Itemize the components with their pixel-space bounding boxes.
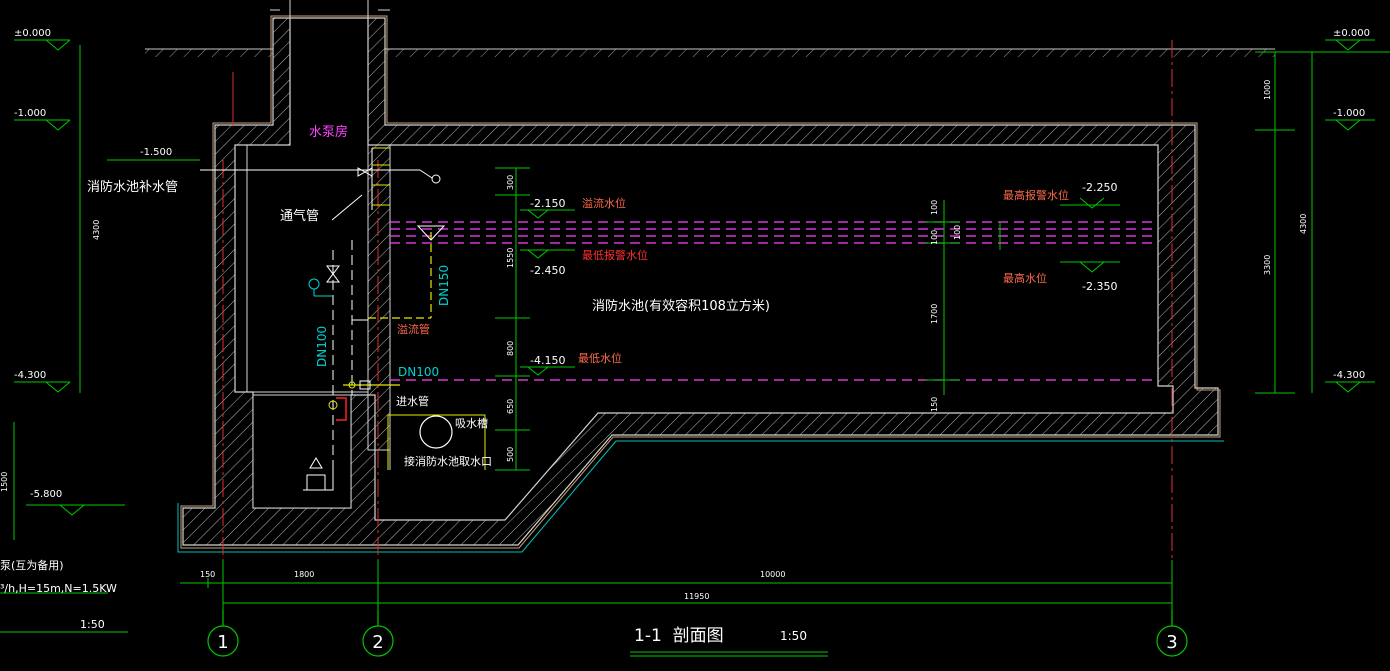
- label-intake: 接消防水池取水口: [404, 454, 492, 468]
- pump-pit: [252, 394, 352, 509]
- label-fill-pipe: 消防水池补水管: [87, 179, 178, 195]
- label-dn150: DN150: [437, 265, 451, 306]
- label-min-level: 最低水位: [578, 351, 622, 365]
- axis-label-3: 3: [1166, 632, 1177, 653]
- left-elevation-scale: [0, 39, 200, 633]
- pump-note-2: ³/h,H=15m,N=1.5KW: [0, 582, 117, 595]
- drawing-title: 1-1 剖面图: [634, 626, 724, 646]
- elev-right-m4300: -4.300: [1333, 370, 1365, 381]
- label-inlet-pipe: 进水管: [396, 394, 429, 408]
- dim-800: 800: [506, 341, 515, 356]
- dim-left-4300: 4300: [92, 220, 101, 240]
- elev-min: -4.150: [530, 354, 565, 367]
- dim-650: 650: [506, 399, 515, 414]
- right-elevation-scale: [1255, 39, 1390, 394]
- pump-note-1: 泵(互为备用): [0, 558, 64, 572]
- axis-label-2: 2: [372, 632, 383, 653]
- dim-500: 500: [506, 447, 515, 462]
- label-pump-room: 水泵房: [309, 124, 348, 140]
- elev-right-top: ±0.000: [1333, 28, 1370, 39]
- dim-bottom-11950: 11950: [684, 592, 709, 601]
- dim-1700: 1700: [930, 304, 939, 324]
- elev-overflow: -2.150: [530, 197, 565, 210]
- label-vent-pipe: 通气管: [280, 208, 319, 224]
- elev-left-top: ±0.000: [14, 28, 51, 39]
- dim-right-3300: 3300: [1263, 255, 1272, 275]
- dim-right-4300: 4300: [1299, 214, 1308, 234]
- label-dn100-horizontal: DN100: [398, 365, 439, 379]
- label-max-level: 最高水位: [1003, 271, 1047, 285]
- elev-right-m1000: -1.000: [1333, 108, 1365, 119]
- label-dn100-vertical: DN100: [315, 326, 329, 367]
- dim-left-1500: 1500: [0, 472, 9, 492]
- elev-max: -2.350: [1082, 280, 1117, 293]
- dim-300: 300: [506, 175, 515, 190]
- elev-low-alarm: -2.450: [530, 264, 565, 277]
- dim-100c: 100: [953, 225, 962, 240]
- dim-100a: 100: [930, 200, 939, 215]
- dim-1550: 1550: [506, 248, 515, 268]
- dim-100b: 100: [930, 230, 939, 245]
- label-suction-pit: 吸水槽: [455, 417, 488, 430]
- label-overflow-pipe: 溢流管: [397, 322, 430, 336]
- drawing-scale: 1:50: [780, 629, 807, 643]
- elev-left-m1000: -1.000: [14, 108, 46, 119]
- elev-left-m4300: -4.300: [14, 370, 46, 381]
- label-pool: 消防水池(有效容积108立方米): [592, 298, 770, 314]
- label-low-alarm-level: 最低报警水位: [582, 248, 648, 262]
- dim-bottom-10000: 10000: [760, 570, 785, 579]
- ground-line: [145, 48, 1275, 57]
- section-drawing: ±0.000 -1.000 -1.500 -4.300 -5.800 ±0.00…: [0, 0, 1390, 657]
- axis-label-1: 1: [217, 632, 228, 653]
- elev-left-m1500: -1.500: [140, 147, 172, 158]
- elev-left-m5800: -5.800: [30, 489, 62, 500]
- dim-bottom-1800: 1800: [294, 570, 314, 579]
- label-high-alarm-level: 最高报警水位: [1003, 188, 1069, 202]
- dim-bottom-150: 150: [200, 570, 215, 579]
- left-scale: 1:50: [80, 618, 105, 631]
- dim-150v: 150: [930, 397, 939, 412]
- label-overflow-level: 溢流水位: [582, 196, 626, 210]
- dim-right-1000: 1000: [1263, 80, 1272, 100]
- elev-high-alarm: -2.250: [1082, 181, 1117, 194]
